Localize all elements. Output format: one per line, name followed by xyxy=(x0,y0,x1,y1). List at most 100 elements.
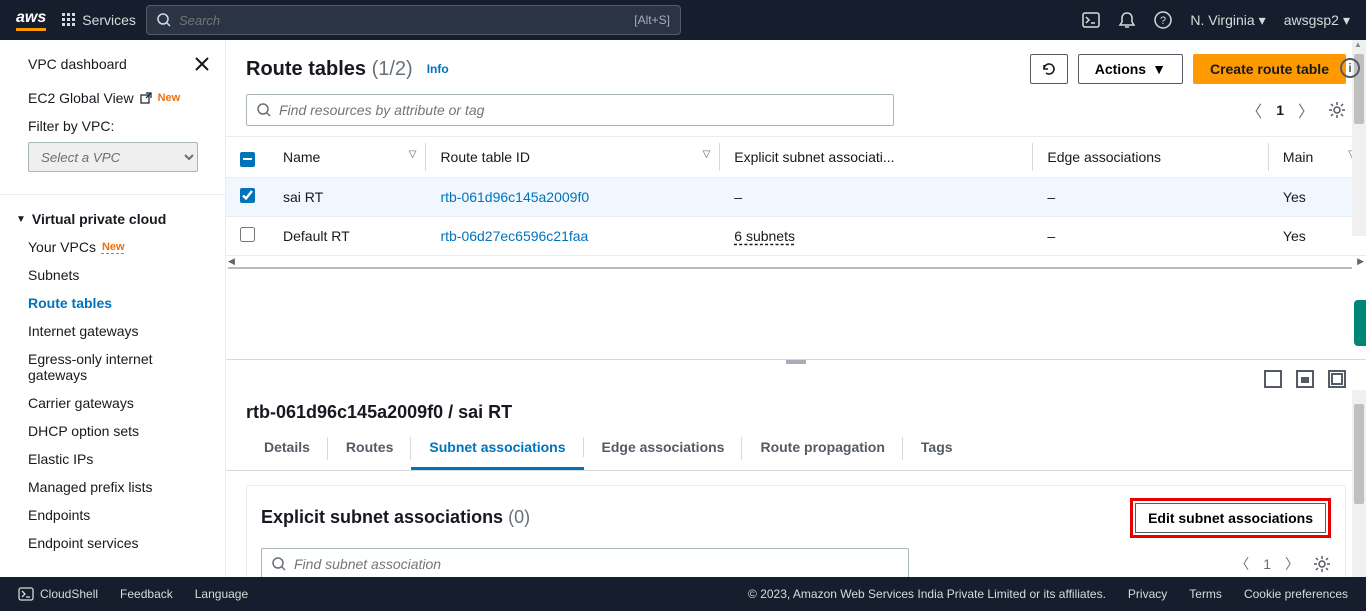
sidebar-item-endpoint-svc[interactable]: Endpoint services xyxy=(0,529,225,557)
global-search-input[interactable] xyxy=(179,13,634,28)
sidebar-item-igw[interactable]: Internet gateways xyxy=(0,317,225,345)
svg-text:?: ? xyxy=(1160,15,1166,27)
next-page-icon[interactable]: 〉 xyxy=(1298,98,1314,122)
sidebar-ec2-global[interactable]: EC2 Global View New xyxy=(0,84,225,112)
feedback-link[interactable]: Feedback xyxy=(120,587,173,601)
sub-panel-title: Explicit subnet associations (0) xyxy=(261,507,530,528)
language-link[interactable]: Language xyxy=(195,587,248,601)
edit-subnet-associations-button[interactable]: Edit subnet associations xyxy=(1135,503,1326,533)
page-number: 1 xyxy=(1276,102,1284,118)
panel-title: rtb-061d96c145a2009f0 / sai RT xyxy=(226,394,1366,427)
row-checkbox[interactable] xyxy=(240,227,255,242)
scroll-left-icon[interactable]: ◀ xyxy=(228,256,235,267)
subnet-assoc-panel: Explicit subnet associations (0) Edit su… xyxy=(246,485,1346,578)
panel-layout-2-icon[interactable] xyxy=(1296,370,1314,388)
region-label: N. Virginia xyxy=(1190,12,1254,28)
tab-route-prop[interactable]: Route propagation xyxy=(742,427,902,470)
panel-layout-1-icon[interactable] xyxy=(1264,370,1282,388)
resource-search[interactable] xyxy=(246,94,894,126)
gear-icon[interactable] xyxy=(1313,555,1331,573)
col-rtid[interactable]: Route table ID▽ xyxy=(426,137,720,178)
sidebar-item-route-tables[interactable]: Route tables xyxy=(0,289,225,317)
panel-layout-3-icon[interactable] xyxy=(1328,370,1346,388)
page-title: Route tables (1/2) xyxy=(246,58,413,81)
sidebar-item-vpcs[interactable]: Your VPCs New xyxy=(0,233,225,261)
subnets-link[interactable]: 6 subnets xyxy=(734,228,795,244)
vpc-filter-select[interactable]: Select a VPC xyxy=(28,142,198,172)
resource-search-input[interactable] xyxy=(279,102,883,118)
region-selector[interactable]: N. Virginia ▾ xyxy=(1190,12,1265,29)
table-row[interactable]: Default RT rtb-06d27ec6596c21faa 6 subne… xyxy=(226,216,1366,255)
actions-button[interactable]: Actions▼ xyxy=(1078,54,1183,84)
caret-down-icon: ▾ xyxy=(1343,12,1350,29)
route-table-link[interactable]: rtb-061d96c145a2009f0 xyxy=(440,189,589,205)
col-name[interactable]: Name▽ xyxy=(269,137,426,178)
row-checkbox[interactable] xyxy=(240,188,255,203)
prev-page-icon[interactable]: 〈 xyxy=(1246,98,1262,122)
caret-down-icon: ▾ xyxy=(1259,12,1266,29)
services-label: Services xyxy=(82,12,136,28)
sort-caret-icon: ▽ xyxy=(409,149,417,160)
cell-edge: – xyxy=(1033,216,1269,255)
tab-tags[interactable]: Tags xyxy=(903,427,971,470)
cloudshell-icon[interactable] xyxy=(1082,11,1100,29)
table-row[interactable]: sai RT rtb-061d96c145a2009f0 – – Yes xyxy=(226,177,1366,216)
sidebar-item-prefix[interactable]: Managed prefix lists xyxy=(0,473,225,501)
cell-name: sai RT xyxy=(269,177,426,216)
side-info-icon[interactable]: i xyxy=(1340,58,1360,78)
terms-link[interactable]: Terms xyxy=(1189,587,1222,601)
page-number: 1 xyxy=(1263,556,1271,572)
aws-logo[interactable]: aws xyxy=(16,10,46,31)
notifications-icon[interactable] xyxy=(1118,11,1136,29)
create-route-table-button[interactable]: Create route table xyxy=(1193,54,1346,84)
cookies-link[interactable]: Cookie preferences xyxy=(1244,587,1348,601)
feedback-tab[interactable] xyxy=(1354,300,1366,346)
select-all-checkbox[interactable] xyxy=(240,152,255,167)
account-label: awsgsp2 xyxy=(1284,12,1339,28)
cloudshell-button[interactable]: CloudShell xyxy=(18,586,98,602)
section-vpc-header[interactable]: ▼ Virtual private cloud xyxy=(0,203,225,233)
panel-tabs: Details Routes Subnet associations Edge … xyxy=(226,427,1366,471)
subnet-search[interactable] xyxy=(261,548,909,578)
top-nav: aws Services [Alt+S] ? N. Virginia ▾ aws… xyxy=(0,0,1366,40)
subnet-search-input[interactable] xyxy=(294,556,898,572)
tab-routes[interactable]: Routes xyxy=(328,427,411,470)
col-subnet[interactable]: Explicit subnet associati... xyxy=(720,137,1033,178)
sidebar-item-endpoints[interactable]: Endpoints xyxy=(0,501,225,529)
gear-icon[interactable] xyxy=(1328,101,1346,119)
new-badge: New xyxy=(158,92,181,104)
scroll-right-icon[interactable]: ▶ xyxy=(1357,256,1364,267)
services-button[interactable]: Services xyxy=(62,12,136,28)
caret-down-icon: ▼ xyxy=(16,214,26,225)
sidebar-item-subnets[interactable]: Subnets xyxy=(0,261,225,289)
tab-details[interactable]: Details xyxy=(246,427,328,470)
filter-vpc-label: Filter by VPC: xyxy=(0,112,225,138)
vertical-scrollbar[interactable] xyxy=(1352,390,1366,577)
cell-edge: – xyxy=(1033,177,1269,216)
caret-down-icon: ▼ xyxy=(1152,61,1166,77)
main-content: Route tables (1/2) Info Actions▼ Create … xyxy=(226,40,1366,577)
tab-edge-assoc[interactable]: Edge associations xyxy=(584,427,743,470)
sidebar-item-dhcp[interactable]: DHCP option sets xyxy=(0,417,225,445)
col-edge[interactable]: Edge associations xyxy=(1033,137,1269,178)
sort-caret-icon: ▽ xyxy=(703,149,711,160)
tab-subnet-assoc[interactable]: Subnet associations xyxy=(411,427,583,470)
close-icon[interactable] xyxy=(195,57,209,71)
route-table-link[interactable]: rtb-06d27ec6596c21faa xyxy=(440,228,588,244)
info-link[interactable]: Info xyxy=(427,62,449,76)
horizontal-scrollbar[interactable] xyxy=(228,267,1352,269)
sidebar-item-cgw[interactable]: Carrier gateways xyxy=(0,389,225,417)
sidebar-item-eips[interactable]: Elastic IPs xyxy=(0,445,225,473)
prev-page-icon[interactable]: 〈 xyxy=(1235,554,1249,574)
privacy-link[interactable]: Privacy xyxy=(1128,587,1167,601)
account-selector[interactable]: awsgsp2 ▾ xyxy=(1284,12,1350,29)
cell-name: Default RT xyxy=(269,216,426,255)
next-page-icon[interactable]: 〉 xyxy=(1285,554,1299,574)
new-badge: New xyxy=(102,241,125,253)
sidebar-dashboard-link[interactable]: VPC dashboard xyxy=(28,56,127,72)
footer: CloudShell Feedback Language © 2023, Ama… xyxy=(0,577,1366,611)
global-search[interactable]: [Alt+S] xyxy=(146,5,681,35)
help-icon[interactable]: ? xyxy=(1154,11,1172,29)
refresh-button[interactable] xyxy=(1030,54,1068,84)
sidebar-item-eigw[interactable]: Egress-only internet gateways xyxy=(0,345,225,389)
